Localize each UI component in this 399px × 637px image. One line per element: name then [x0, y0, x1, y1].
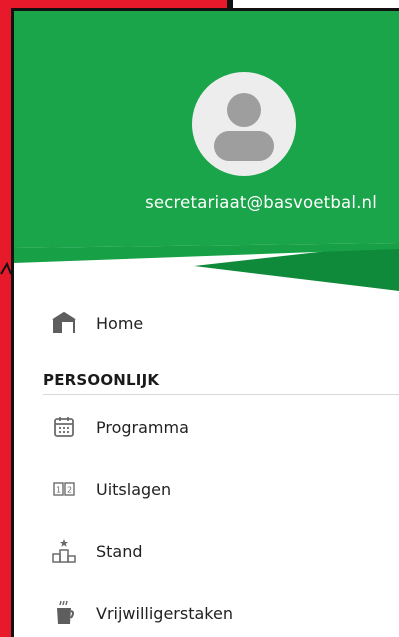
menu-item-label: Home [96, 313, 144, 333]
menu-item-programma[interactable]: Programma [14, 405, 399, 449]
home-icon [50, 309, 78, 337]
menu-item-home[interactable]: Home [14, 301, 399, 345]
menu-item-vrijwilligerstaken[interactable]: Vrijwilligerstaken [14, 591, 399, 635]
account-email: secretariaat@basvoetbal.nl [145, 193, 377, 212]
coffee-cup-icon [50, 599, 78, 627]
podium-icon [50, 537, 78, 565]
menu-item-label: Vrijwilligerstaken [96, 603, 233, 623]
svg-text:1: 1 [56, 486, 61, 495]
menu-item-label: Uitslagen [96, 479, 172, 499]
section-title-persoonlijk: PERSOONLIJK [43, 371, 160, 389]
scoreboard-icon: 1 2 [50, 475, 78, 503]
svg-text:2: 2 [67, 486, 72, 495]
menu-item-stand[interactable]: Stand [14, 529, 399, 573]
drawer-header: secretariaat@basvoetbal.nl [14, 11, 399, 301]
calendar-icon [50, 413, 78, 441]
section-divider [43, 394, 399, 395]
menu-item-label: Stand [96, 541, 143, 561]
menu-item-label: Programma [96, 417, 189, 437]
menu-item-uitslagen[interactable]: 1 2 Uitslagen [14, 467, 399, 511]
avatar[interactable] [192, 72, 296, 176]
user-icon [214, 93, 274, 161]
navigation-drawer: secretariaat@basvoetbal.nl Home PERSOONL… [11, 8, 399, 637]
